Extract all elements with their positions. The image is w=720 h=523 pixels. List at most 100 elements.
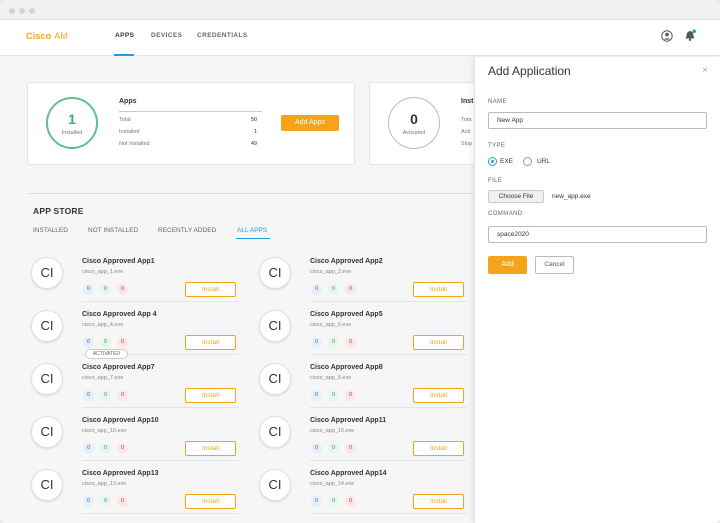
apps-stats-title: Apps [119, 98, 137, 105]
app-name: Cisco Approved App1 [82, 258, 155, 265]
app-name: Cisco Approved App11 [310, 417, 387, 424]
app-name: Cisco Approved App8 [310, 364, 383, 371]
app-name: Cisco Approved App7 [82, 364, 155, 371]
count-badge: 0 [328, 496, 339, 507]
app-logo: CI [31, 363, 63, 395]
count-badge: 0 [83, 496, 94, 507]
app-logo: CI [31, 416, 63, 448]
app-item-divider [310, 460, 467, 461]
stat-not-installed-value: 49 [250, 141, 257, 147]
type-url-radio[interactable] [523, 157, 532, 166]
add-button[interactable]: Add [488, 256, 527, 274]
count-badge: 0 [311, 284, 322, 295]
close-icon[interactable]: × [702, 65, 708, 76]
count-badge: 0 [83, 443, 94, 454]
filter-installed[interactable]: INSTALLED [33, 227, 68, 234]
count-badge: 0 [328, 443, 339, 454]
app-name: Cisco Approved App5 [310, 311, 383, 318]
stat-total-label: Total [119, 117, 131, 123]
window-minimize-dot[interactable] [19, 8, 25, 14]
devices-stat-row: Tota [461, 117, 472, 123]
count-badge: 0 [117, 337, 128, 348]
count-badge: 0 [100, 337, 111, 348]
app-logo: CI [259, 416, 291, 448]
stat-not-installed-label: Not Installed [119, 141, 150, 147]
count-badge: 0 [83, 337, 94, 348]
app-name: Cisco Approved App2 [310, 258, 383, 265]
count-badge: 0 [328, 337, 339, 348]
app-logo: CI [31, 257, 63, 289]
install-button[interactable]: Install [413, 388, 464, 403]
install-button[interactable]: Install [185, 441, 236, 456]
bell-icon[interactable] [684, 29, 696, 42]
window-maximize-dot[interactable] [29, 8, 35, 14]
divider [119, 111, 262, 112]
count-badge: 0 [83, 390, 94, 401]
activated-count: 0 [410, 111, 418, 127]
install-button[interactable]: Install [185, 282, 236, 297]
app-filename: cisco_app_10.exe [310, 428, 355, 434]
count-badge: 0 [83, 284, 94, 295]
app-item-divider [82, 407, 239, 408]
install-button[interactable]: Install [413, 282, 464, 297]
install-button[interactable]: Install [413, 494, 464, 509]
active-tab-indicator [114, 54, 134, 56]
name-field[interactable]: New App [488, 112, 707, 129]
window-close-dot[interactable] [9, 8, 15, 14]
count-badge: 0 [345, 337, 356, 348]
count-badge: 0 [328, 390, 339, 401]
app-item-divider [310, 513, 467, 514]
app-name: Cisco Approved App10 [82, 417, 159, 424]
app-window: Cisco AM APPS DEVICES CREDENTIALS 1 Inst… [0, 0, 720, 523]
active-filter-indicator [236, 238, 270, 239]
choose-file-button[interactable]: Choose File [488, 190, 544, 203]
brand-logo[interactable]: Cisco AM [26, 31, 68, 41]
app-item-divider [310, 407, 467, 408]
command-label: COMMAND [488, 211, 523, 217]
installed-count-ring: 1 Installed [46, 97, 98, 149]
count-badge: 0 [311, 337, 322, 348]
type-url-label: URL [537, 158, 551, 165]
tab-credentials[interactable]: CREDENTIALS [197, 32, 248, 39]
devices-stat-row: Slop [461, 141, 473, 147]
count-badge: 0 [345, 390, 356, 401]
app-filename: cisco_app_5.exe [310, 322, 352, 328]
count-badge: 0 [100, 390, 111, 401]
stat-installed-value: 1 [253, 129, 257, 135]
install-button[interactable]: Install [413, 335, 464, 350]
app-item-divider [82, 301, 239, 302]
type-exe-radio[interactable] [488, 157, 497, 166]
count-badge: 0 [311, 443, 322, 454]
activated-count-label: Activated [402, 130, 426, 136]
filter-not-installed[interactable]: NOT INSTALLED [88, 227, 138, 234]
command-field[interactable]: space2020 [488, 226, 707, 243]
tab-devices[interactable]: DEVICES [151, 32, 182, 39]
activated-count-ring: 0 Activated [388, 97, 440, 149]
count-badge: 0 [117, 390, 128, 401]
install-button[interactable]: Install [185, 335, 236, 350]
app-logo: CI [31, 310, 63, 342]
activated-badge: ACTIVATED [85, 349, 128, 359]
app-name: Cisco Approved App14 [310, 470, 387, 477]
app-name: Cisco Approved App13 [82, 470, 159, 477]
add-apps-button[interactable]: Add Apps [281, 115, 339, 131]
app-logo: CI [31, 469, 63, 501]
install-button[interactable]: Install [185, 494, 236, 509]
filter-all-apps[interactable]: ALL APPS [237, 227, 267, 234]
install-button[interactable]: Install [413, 441, 464, 456]
devices-stat-row: Acti [461, 129, 471, 135]
cancel-button[interactable]: Cancel [535, 256, 574, 274]
app-logo: CI [259, 257, 291, 289]
app-logo: CI [259, 310, 291, 342]
user-icon[interactable] [661, 30, 673, 42]
tab-apps[interactable]: APPS [115, 32, 134, 39]
type-label: TYPE [488, 143, 506, 149]
app-item-divider [82, 460, 239, 461]
app-filename: cisco_app_7.exe [82, 375, 124, 381]
name-label: NAME [488, 99, 507, 105]
filter-recently-added[interactable]: RECENTLY ADDED [158, 227, 216, 234]
app-filename: cisco_app_2.exe [310, 269, 352, 275]
stat-total-value: 50 [250, 117, 257, 123]
install-button[interactable]: Install [185, 388, 236, 403]
count-badge: 0 [345, 284, 356, 295]
